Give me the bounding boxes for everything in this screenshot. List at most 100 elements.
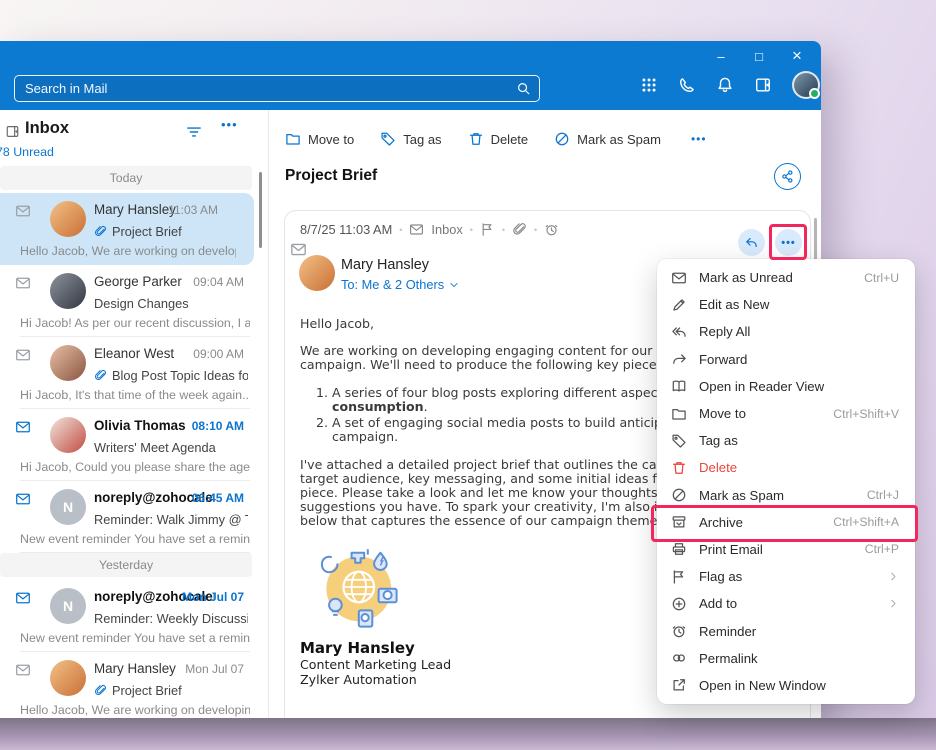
- mail-list-item[interactable]: Nnoreply@zohocalen...Mon Jul 07Reminder:…: [0, 580, 268, 652]
- menu-item-label: Permalink: [699, 650, 758, 666]
- collapse-envelope-icon[interactable]: [290, 241, 307, 258]
- unread-count[interactable]: 78 Unread: [0, 145, 54, 159]
- tag-icon: [380, 131, 396, 147]
- sender-avatar: N: [50, 588, 86, 624]
- phone-icon[interactable]: [678, 76, 696, 94]
- mail-status-envelope-icon[interactable]: [15, 590, 31, 606]
- toolbar-more-icon[interactable]: •••: [691, 132, 707, 146]
- minimize-button[interactable]: –: [711, 45, 731, 67]
- date-separator: Today: [0, 166, 252, 190]
- attachment-icon[interactable]: [512, 222, 527, 237]
- message-subject: Project Brief: [285, 167, 378, 184]
- menu-item-move-to[interactable]: Move to Ctrl+Shift+V: [657, 400, 915, 427]
- menu-item-add-to[interactable]: Add to: [657, 590, 915, 617]
- search-bar[interactable]: [14, 75, 540, 102]
- recipients-line[interactable]: To: Me & 2 Others: [341, 277, 459, 292]
- sender-name[interactable]: Mary Hansley: [341, 257, 429, 273]
- mail-time: Mon Jul 07: [185, 662, 244, 676]
- mail-preview: Hi Jacob, It's that time of the week aga…: [20, 388, 250, 402]
- maximize-button[interactable]: □: [749, 45, 769, 67]
- notifications-bell-icon[interactable]: [716, 76, 734, 94]
- toolbar-tag-as[interactable]: Tag as: [380, 131, 442, 147]
- mail-list-item[interactable]: Eleanor West 09:00 AM Blog Post Topic Idea…: [0, 337, 268, 409]
- mail-time: 06:45 AM: [191, 491, 244, 505]
- sender-avatar: [50, 201, 86, 237]
- list-scrollbar[interactable]: [259, 172, 262, 248]
- toolbar-mark-as-spam[interactable]: Mark as Spam: [554, 131, 661, 147]
- mail-list-item[interactable]: George Parker 09:04 AM Design Changes Hi Ja…: [0, 265, 268, 337]
- mail-status-envelope-icon[interactable]: [15, 491, 31, 507]
- annotation-box-more-button: [769, 224, 807, 260]
- mail-subject: Writers' Meet Agenda: [94, 440, 216, 455]
- sender-avatar[interactable]: [299, 255, 335, 291]
- mail-subject: Project Brief: [94, 683, 248, 698]
- flag-icon: [671, 569, 687, 585]
- share-button[interactable]: [774, 163, 801, 190]
- filter-icon[interactable]: [185, 123, 203, 141]
- reminder-clock-icon[interactable]: [544, 222, 559, 237]
- menu-item-reminder[interactable]: Reminder: [657, 617, 915, 644]
- side-panel-icon[interactable]: [754, 76, 772, 94]
- mail-status-envelope-icon[interactable]: [15, 275, 31, 291]
- mail-list-item[interactable]: Mary Hansley 11:03 AM Project Brief Hello J…: [0, 193, 254, 265]
- close-button[interactable]: ×: [787, 45, 807, 67]
- mail-preview: New event reminder You have set a remin.…: [20, 532, 250, 546]
- inbox-panel-icon: [5, 124, 20, 139]
- tag-icon: [671, 433, 687, 449]
- list-more-icon[interactable]: •••: [221, 117, 238, 132]
- share-icon: [780, 169, 795, 184]
- menu-item-label: Mark as Spam: [699, 487, 785, 503]
- link-icon: [671, 650, 687, 666]
- menu-item-edit-as-new[interactable]: Edit as New: [657, 291, 915, 318]
- menu-item-flag-as[interactable]: Flag as: [657, 563, 915, 590]
- menu-item-tag-as[interactable]: Tag as: [657, 427, 915, 454]
- mail-time: Mon Jul 07: [181, 590, 244, 604]
- menu-item-open-in-new-window[interactable]: Open in New Window: [657, 672, 915, 699]
- folder-title: Inbox: [25, 119, 69, 137]
- menu-shortcut: Ctrl+U: [864, 270, 899, 285]
- meta-separator: •: [469, 224, 473, 235]
- mail-list-item[interactable]: Nnoreply@zohocalen...06:45 AMReminder: W…: [0, 481, 268, 553]
- window-controls: – □ ×: [711, 45, 807, 67]
- reply-icon: [744, 235, 759, 250]
- printer-icon: [671, 541, 687, 557]
- flag-icon[interactable]: [480, 222, 495, 237]
- chevron-right-icon: [888, 598, 899, 609]
- menu-item-delete[interactable]: Delete: [657, 454, 915, 481]
- menu-item-forward[interactable]: Forward: [657, 346, 915, 373]
- menu-item-reply-all[interactable]: Reply All: [657, 318, 915, 345]
- reply-button[interactable]: [738, 229, 765, 256]
- sender-avatar: [50, 273, 86, 309]
- menu-item-permalink[interactable]: Permalink: [657, 645, 915, 672]
- menu-item-label: Mark as Unread: [699, 270, 793, 286]
- attachment-icon: [94, 225, 107, 238]
- mail-status-envelope-icon[interactable]: [15, 662, 31, 678]
- mail-status-envelope-icon[interactable]: [15, 347, 31, 363]
- toolbar-move-to[interactable]: Move to: [285, 131, 354, 147]
- mail-preview: Hi Jacob, Could you please share the age…: [20, 460, 250, 474]
- user-avatar[interactable]: [792, 71, 820, 99]
- message-datetime: 8/7/25 11:03 AM: [300, 222, 393, 237]
- menu-item-label: Forward: [699, 351, 748, 367]
- mail-subject: Project Brief: [94, 224, 234, 239]
- mail-status-envelope-icon[interactable]: [15, 203, 31, 219]
- trash-icon: [468, 131, 484, 147]
- menu-item-label: Add to: [699, 596, 738, 612]
- mail-preview: Hello Jacob, We are working on developin…: [20, 703, 250, 717]
- message-folder[interactable]: Inbox: [431, 222, 462, 237]
- dialpad-icon[interactable]: [640, 76, 658, 94]
- menu-item-open-in-reader-view[interactable]: Open in Reader View: [657, 373, 915, 400]
- menu-item-label: Reminder: [699, 623, 757, 639]
- toolbar-label: Delete: [490, 131, 529, 147]
- menu-shortcut: Ctrl+Shift+V: [833, 406, 899, 421]
- toolbar-delete[interactable]: Delete: [468, 131, 529, 147]
- mail-status-envelope-icon[interactable]: [15, 419, 31, 435]
- mail-preview: Hello Jacob, We are working on developin…: [20, 244, 236, 258]
- menu-item-mark-as-unread[interactable]: Mark as Unread Ctrl+U: [657, 264, 915, 291]
- search-input[interactable]: [15, 81, 516, 96]
- mail-list-item[interactable]: Olivia Thomas 08:10 AM Writers' Meet Agend…: [0, 409, 268, 481]
- spam-icon: [554, 131, 570, 147]
- menu-item-label: Print Email: [699, 541, 763, 557]
- toolbar-label: Move to: [308, 131, 355, 147]
- mail-list-item[interactable]: Mary Hansley Mon Jul 07 Project Brief Hello…: [0, 652, 268, 724]
